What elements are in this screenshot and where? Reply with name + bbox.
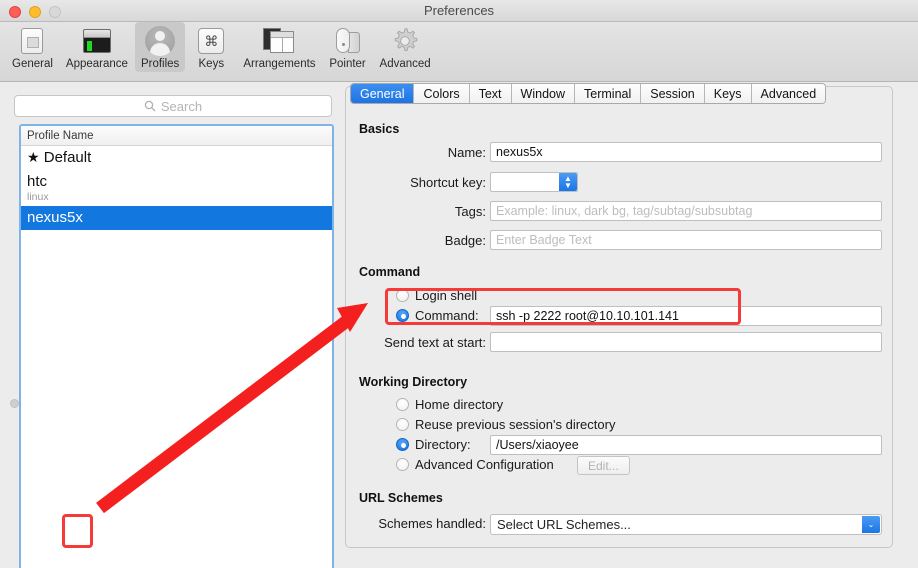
tags-label: Tags: [454, 204, 486, 219]
tab-advanced[interactable]: Advanced [751, 84, 826, 103]
toolbar-item-pointer[interactable]: Pointer [323, 22, 373, 72]
schemes-handled-popup[interactable]: Select URL Schemes... ⌄ [490, 514, 882, 535]
toolbar-item-advanced[interactable]: Advanced [374, 22, 437, 72]
directory-label: Directory: [415, 437, 471, 452]
command-key-icon: ⌘ [192, 25, 230, 57]
profile-name-text: nexus5x [27, 209, 83, 226]
shortcut-key-label: Shortcut key: [410, 175, 486, 190]
profile-name: ★ Default [27, 148, 326, 167]
person-icon [141, 25, 179, 57]
tab-general[interactable]: General [351, 84, 415, 103]
search-icon [144, 100, 156, 112]
tags-field[interactable]: Example: linux, dark bg, tag/subtag/subs… [490, 201, 882, 221]
command-label: Command: [415, 308, 479, 323]
profiles-sidebar: Search Profile Name ★ Default htc linux … [0, 83, 345, 568]
toolbar-item-keys[interactable]: ⌘ Keys [186, 22, 236, 72]
gear-glyph [394, 28, 418, 52]
login-shell-radio[interactable] [396, 289, 409, 302]
toolbar-label-appearance: Appearance [65, 58, 128, 70]
settings-tabbar: General Colors Text Window Terminal Sess… [350, 83, 827, 104]
home-directory-radio[interactable] [396, 398, 409, 411]
home-directory-label: Home directory [415, 397, 504, 412]
gear-icon [386, 25, 424, 57]
profile-name-text: Default [43, 149, 92, 166]
tab-window[interactable]: Window [511, 84, 576, 103]
tab-keys[interactable]: Keys [704, 84, 752, 103]
list-item[interactable]: htc linux [21, 170, 332, 206]
tab-text[interactable]: Text [469, 84, 512, 103]
tab-colors[interactable]: Colors [414, 84, 470, 103]
search-placeholder: Search [160, 98, 203, 114]
directory-field[interactable]: /Users/xiaoyee [490, 435, 882, 455]
star-icon: ★ [27, 149, 40, 165]
command-radio-row[interactable]: Command: [396, 308, 479, 323]
shortcut-key-stepper[interactable]: ▲ ▼ [490, 172, 578, 192]
terminal-icon [78, 25, 116, 57]
name-label: Name: [447, 145, 486, 160]
tab-session[interactable]: Session [641, 84, 705, 103]
toolbar-label-advanced: Advanced [379, 58, 431, 70]
profile-list[interactable]: Profile Name ★ Default htc linux nexus5x [19, 124, 334, 568]
login-shell-label: Login shell [415, 288, 478, 303]
reuse-directory-radio[interactable] [396, 418, 409, 431]
toolbar-item-profiles[interactable]: Profiles [134, 22, 186, 72]
directory-radio-row[interactable]: Directory: [396, 437, 471, 452]
badge-label: Badge: [444, 233, 486, 248]
mouse-icon [329, 25, 367, 57]
toolbar-label-general: General [12, 58, 53, 70]
badge-field[interactable]: Enter Badge Text [490, 230, 882, 250]
edit-button: Edit... [577, 456, 630, 475]
schemes-handled-label: Schemes handled: [378, 516, 486, 531]
section-title-url-schemes: URL Schemes [359, 491, 443, 505]
chevron-down-icon[interactable]: ⌄ [862, 516, 880, 533]
toolbar-item-appearance[interactable]: Appearance [60, 22, 134, 72]
name-field[interactable]: nexus5x [490, 142, 882, 162]
home-directory-radio-row[interactable]: Home directory [396, 397, 503, 412]
profile-name-text: htc [27, 173, 48, 190]
command-field[interactable]: ssh -p 2222 root@10.10.101.141 [490, 306, 882, 326]
toolbar-label-arrangements: Arrangements [243, 58, 316, 70]
advanced-config-radio-row[interactable]: Advanced Configuration [396, 457, 554, 472]
sidebar-resize-handle[interactable] [10, 399, 19, 408]
stepper-arrows-icon[interactable]: ▲ ▼ [559, 173, 577, 191]
toolbar-item-general[interactable]: General [6, 22, 59, 72]
login-shell-radio-row[interactable]: Login shell [396, 288, 477, 303]
window-title: Preferences [423, 3, 495, 18]
section-title-command: Command [359, 265, 421, 279]
toolbar-label-profiles: Profiles [140, 58, 180, 70]
list-item[interactable]: ★ Default [21, 146, 332, 170]
command-radio[interactable] [396, 309, 409, 322]
search-input[interactable]: Search [14, 95, 332, 117]
schemes-handled-value: Select URL Schemes... [497, 517, 631, 532]
reuse-directory-label: Reuse previous session's directory [415, 417, 616, 432]
window-panes-icon [260, 25, 298, 57]
toolbar-label-keys: Keys [198, 58, 225, 70]
tab-terminal[interactable]: Terminal [575, 84, 642, 103]
preferences-toolbar: General Appearance Profiles ⌘ Keys Arran… [0, 22, 918, 82]
profile-subtitle: linux [27, 191, 49, 203]
send-text-field[interactable] [490, 332, 882, 352]
title-bar: Preferences [0, 0, 918, 22]
preferences-window: Preferences General Appearance Profiles … [0, 0, 918, 568]
profile-settings-panel: General Colors Text Window Terminal Sess… [345, 83, 893, 548]
section-title-working-directory: Working Directory [359, 375, 468, 389]
window-icon [13, 25, 51, 57]
list-item[interactable]: nexus5x [21, 206, 332, 230]
toolbar-item-arrangements[interactable]: Arrangements [237, 22, 321, 72]
advanced-config-radio[interactable] [396, 458, 409, 471]
section-title-basics: Basics [359, 122, 400, 136]
directory-radio[interactable] [396, 438, 409, 451]
profile-list-header: Profile Name [21, 126, 332, 146]
send-text-label: Send text at start: [384, 335, 486, 350]
toolbar-label-pointer: Pointer [329, 58, 366, 70]
advanced-config-label: Advanced Configuration [415, 457, 554, 472]
reuse-directory-radio-row[interactable]: Reuse previous session's directory [396, 417, 615, 432]
